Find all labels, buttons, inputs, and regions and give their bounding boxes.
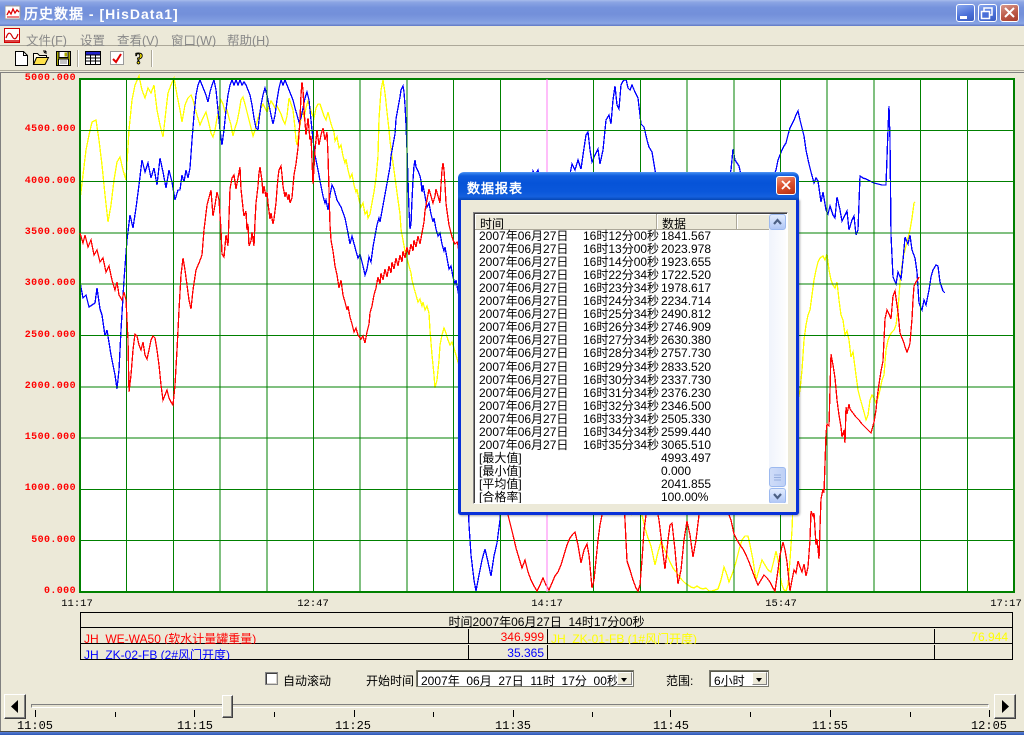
svg-text:?: ?: [135, 49, 144, 68]
